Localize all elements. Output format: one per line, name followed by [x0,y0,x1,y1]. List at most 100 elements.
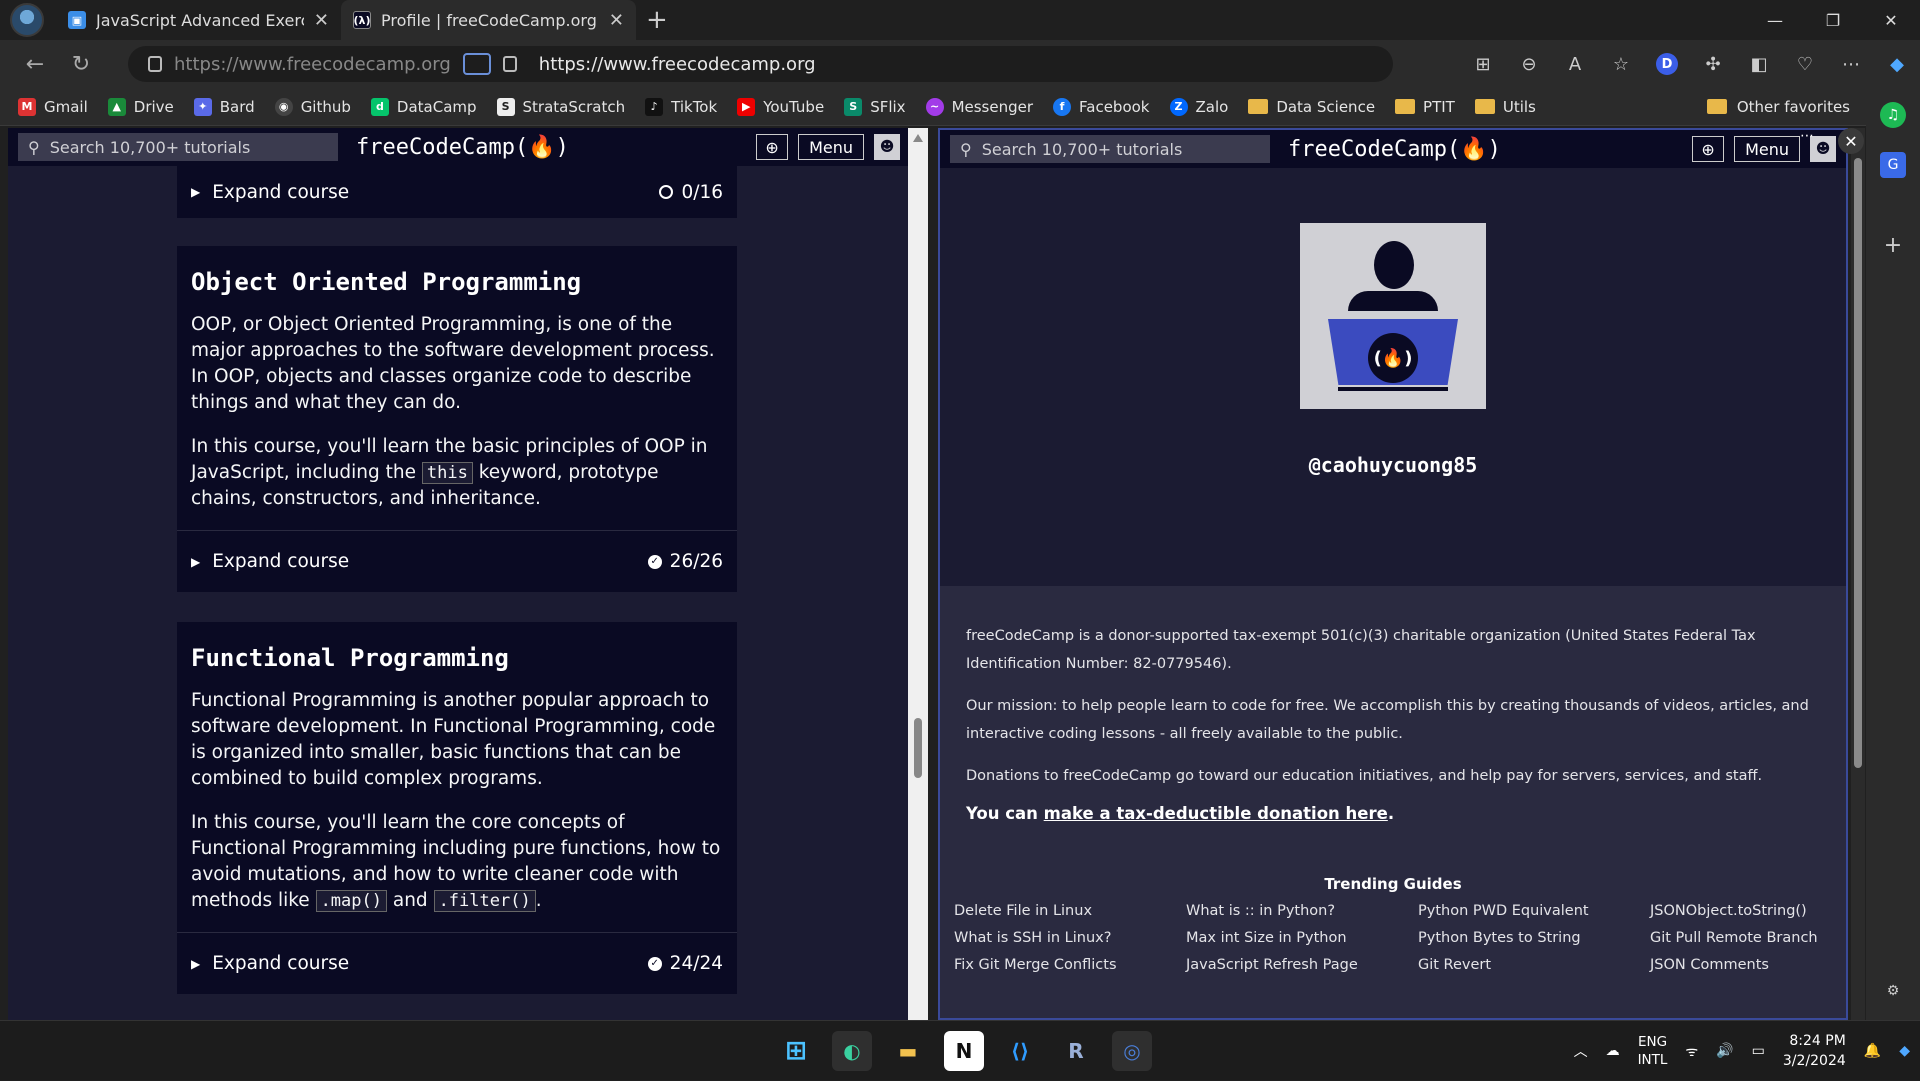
new-tab-icon[interactable]: + [646,5,668,35]
trending-link[interactable]: Git Pull Remote Branch [1650,930,1846,946]
gmail-icon: M [18,97,36,116]
window-close-icon[interactable]: ✕ [1862,0,1920,40]
tab-javascript-exercise[interactable]: ▣ JavaScript Advanced Exercise ✕ [56,0,341,40]
menu-button[interactable]: Menu [798,134,864,160]
tab-close-icon[interactable]: ✕ [609,10,624,31]
windows-start-icon[interactable]: ⊞ [776,1031,816,1071]
spotify-icon[interactable]: ♫ [1880,102,1906,128]
search-input[interactable]: ⚲ Search 10,700+ tutorials [950,135,1270,163]
scroll-up-arrow-icon[interactable] [913,134,923,142]
right-scrollbar[interactable] [1851,128,1865,1020]
trending-link[interactable]: What is :: in Python? [1186,903,1418,919]
trending-link[interactable]: JavaScript Refresh Page [1186,957,1418,973]
copilot-taskbar-icon[interactable]: ◆ [1899,1043,1910,1059]
wifi-icon[interactable]: ᯤ [1685,1042,1698,1061]
bookmark-tiktok[interactable]: ♪ TikTok [645,97,717,116]
trending-link[interactable]: Python Bytes to String [1418,930,1650,946]
volume-icon[interactable]: 🔊 [1716,1043,1733,1059]
address-bar[interactable]: https://www.freecodecamp.org https://www… [128,46,1393,82]
restore-icon[interactable]: ❐ [1804,0,1862,40]
bookmark-drive[interactable]: ▲ Drive [107,97,174,116]
r-app-icon[interactable]: R [1056,1031,1096,1071]
translate-icon[interactable]: G [1880,152,1906,178]
add-sidebar-app-icon[interactable]: + [1880,232,1906,258]
battery-icon[interactable]: ▭ [1752,1043,1765,1059]
menu-button[interactable]: Menu [1734,136,1800,162]
trending-link[interactable]: Python PWD Equivalent [1418,903,1650,919]
language-globe-icon[interactable]: ⊕ [756,134,789,160]
sidebar-settings-icon[interactable]: ⚙ [1880,978,1906,1004]
extensions-icon[interactable]: ✣ [1690,54,1736,75]
back-icon[interactable]: ← [12,44,58,84]
file-explorer-icon[interactable]: ▬ [888,1031,928,1071]
bookmark-youtube[interactable]: ▶ YouTube [737,97,824,116]
expand-course-button[interactable]: ▶ Expand course ✓ 26/26 [177,530,737,592]
minimize-icon[interactable]: — [1746,0,1804,40]
copilot-icon[interactable]: ◆ [1874,54,1920,75]
pane-more-icon[interactable]: ⋯ [1800,128,1814,144]
windows-taskbar: ⊞ ◐ ▬ N ⟨⟩ R ◎ ︿ ☁ ENG INTL ᯤ 🔊 ▭ 8:24 PM… [0,1020,1920,1080]
bookmark-github[interactable]: ◉ Github [274,97,351,116]
split-screen-icon[interactable]: ◧ [1736,54,1782,75]
browser-essentials-icon[interactable]: ♡ [1782,54,1828,75]
pane-close-icon[interactable]: ✕ [1838,128,1864,154]
tray-overflow-chevron-icon[interactable]: ︿ [1574,1041,1588,1061]
pinned-app-icon[interactable]: ◎ [1112,1031,1152,1071]
user-avatar-icon[interactable]: ☻ [874,134,900,160]
left-scrollbar[interactable] [908,128,928,1020]
bookmark-stratascratch[interactable]: S StrataScratch [496,97,625,116]
extension-d-icon[interactable]: D [1656,53,1678,75]
edge-browser-icon[interactable]: ◐ [832,1031,872,1071]
split-link-icon[interactable] [462,53,491,75]
bookmark-sflix[interactable]: S SFlix [844,97,906,116]
bookmark-other-favorites[interactable]: Other favorites [1706,98,1850,116]
refresh-icon[interactable]: ↻ [58,44,104,84]
url-left[interactable]: https://www.freecodecamp.org [174,54,451,75]
bookmark-facebook[interactable]: f Facebook [1053,97,1150,116]
tab-close-icon[interactable]: ✕ [314,10,329,31]
bookmark-label: Facebook [1079,97,1150,116]
input-language[interactable]: ENG INTL [1638,1033,1668,1069]
bookmark-folder-ptit[interactable]: PTIT [1395,98,1455,116]
language-globe-icon[interactable]: ⊕ [1692,136,1725,162]
trending-link[interactable]: Fix Git Merge Conflicts [954,957,1186,973]
bookmark-folder-utils[interactable]: Utils [1474,98,1536,116]
more-options-icon[interactable]: ⋯ [1828,54,1874,75]
bookmark-gmail[interactable]: M Gmail [18,97,88,116]
tab-profile-freecodecamp[interactable]: (λ) Profile | freeCodeCamp.org ✕ [341,0,636,40]
trending-link[interactable]: JSON Comments [1650,957,1846,973]
scrollbar-thumb[interactable] [914,718,922,778]
profile-picture: (🔥) [1300,223,1486,409]
notification-bell-icon[interactable]: 🔔 [1864,1043,1881,1059]
donate-link[interactable]: make a tax-deductible donation here [1044,804,1388,823]
bookmark-datacamp[interactable]: d DataCamp [370,97,477,116]
folder-icon [1395,99,1416,114]
search-input[interactable]: ⚲ Search 10,700+ tutorials [18,133,338,161]
onedrive-cloud-icon[interactable]: ☁ [1606,1043,1620,1059]
trending-link[interactable]: What is SSH in Linux? [954,930,1186,946]
zoom-out-icon[interactable]: ⊖ [1506,54,1552,75]
app-grid-icon[interactable]: ⊞ [1460,54,1506,75]
vscode-icon[interactable]: ⟨⟩ [1000,1031,1040,1071]
bookmark-zalo[interactable]: Z Zalo [1169,97,1228,116]
trending-link[interactable]: Max int Size in Python [1186,930,1418,946]
fcc-logo[interactable]: freeCodeCamp(🔥) [1288,137,1501,162]
read-aloud-icon[interactable]: A [1552,54,1598,75]
url-right[interactable]: https://www.freecodecamp.org [539,54,816,75]
clock[interactable]: 8:24 PM 3/2/2024 [1783,1031,1846,1071]
scrollbar-thumb[interactable] [1854,158,1862,768]
browser-profile-avatar[interactable] [10,3,44,37]
trending-link[interactable]: Delete File in Linux [954,903,1186,919]
favorite-star-icon[interactable]: ☆ [1598,54,1644,75]
bookmark-folder-data-science[interactable]: Data Science [1248,98,1375,116]
course-details: In this course, you'll learn the core co… [177,810,737,932]
course-progress: ✓ 26/26 [647,551,723,572]
notion-icon[interactable]: N [944,1031,984,1071]
trending-link[interactable]: Git Revert [1418,957,1650,973]
fcc-logo[interactable]: freeCodeCamp(🔥) [356,135,569,160]
expand-course-button[interactable]: ▶ Expand course 0/16 [177,166,737,218]
bookmark-bard[interactable]: ✦ Bard [193,97,255,116]
expand-course-button[interactable]: ▶ Expand course ✓ 24/24 [177,932,737,994]
trending-link[interactable]: JSONObject.toString() [1650,903,1846,919]
bookmark-messenger[interactable]: ~ Messenger [925,97,1033,116]
